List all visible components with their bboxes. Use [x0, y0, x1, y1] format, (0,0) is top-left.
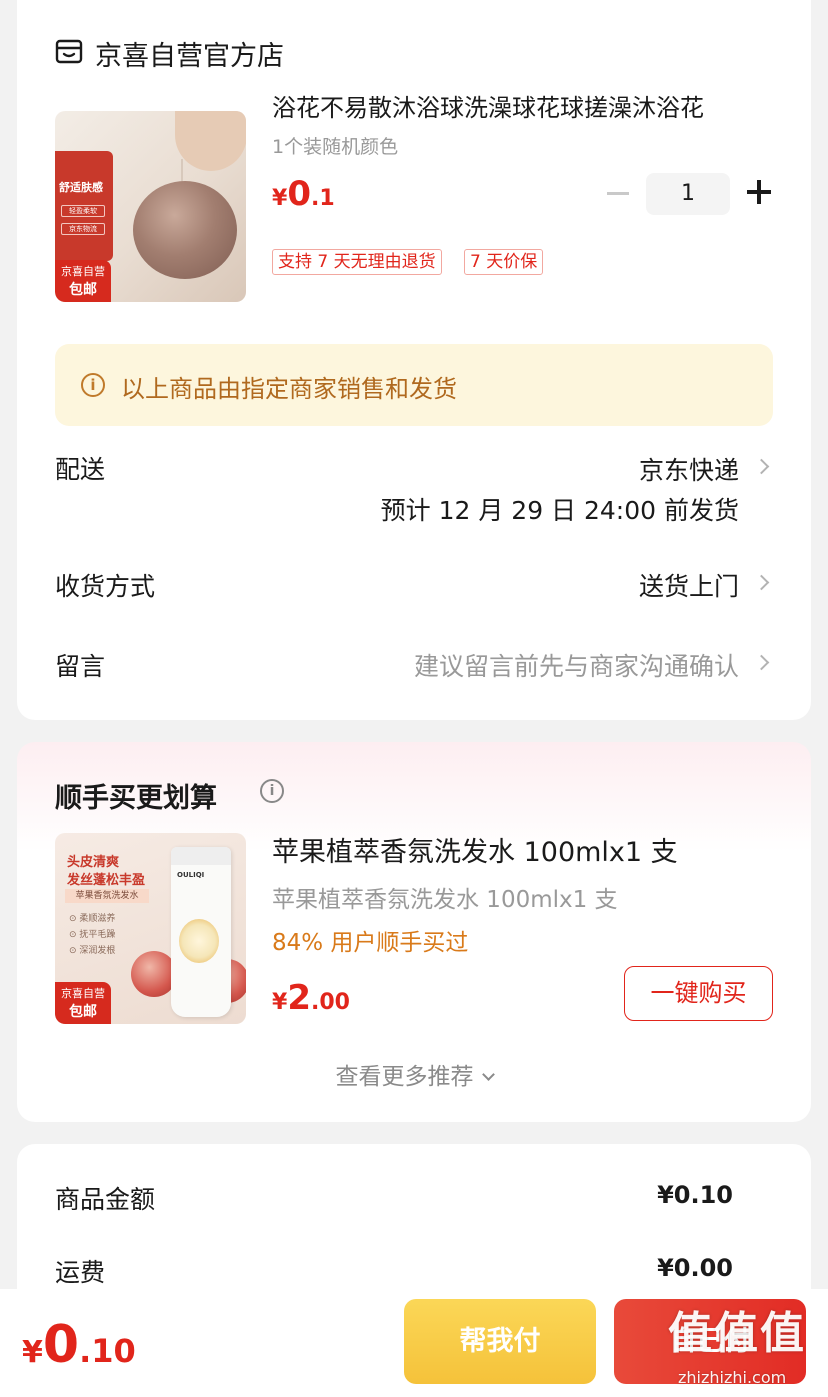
delivery-carrier[interactable]: 京东快递 [639, 451, 739, 487]
tube-cap [171, 847, 231, 865]
info-icon[interactable]: i [260, 779, 284, 803]
product-title[interactable]: 浴花不易散沐浴球洗澡球花球搓澡沐浴花 [272, 88, 772, 123]
delivery-eta: 预计 12 月 29 日 24:00 前发货 [380, 496, 739, 525]
quantity-plus-button[interactable] [747, 180, 771, 204]
free-shipping-badge: 京喜自营 包邮 [55, 982, 111, 1024]
seller-notice: i 以上商品由指定商家销售和发货 [55, 344, 773, 426]
image-headline-2: 发丝蓬松丰盈 [67, 873, 146, 888]
product-spec: 1个装随机颜色 [272, 136, 399, 158]
price-symbol: ¥ [272, 186, 288, 211]
delivery-label: 配送 [55, 455, 106, 484]
freight-label: 运费 [55, 1258, 106, 1287]
recommend-product-stat: 84% 用户顺手买过 [272, 930, 469, 956]
product-image[interactable]: 舒适肤感 轻盈柔软 京东物流 京喜自营 包邮 [55, 111, 246, 302]
watermark-url: zhizhizhi.com [678, 1368, 787, 1387]
promo-tag-1: 轻盈柔软 [61, 205, 105, 217]
watermark-logo: 值值值 [668, 1308, 806, 1359]
store-name[interactable]: 京喜自营官方店 [95, 34, 284, 73]
message-input[interactable]: 建议留言前先与商家沟通确认 [414, 647, 739, 683]
help-pay-button[interactable]: 帮我付 [404, 1299, 596, 1384]
total-price: ¥0.10 [22, 1315, 136, 1375]
price-int: 2 [287, 978, 311, 1018]
image-headline-1: 头皮清爽 [67, 855, 120, 870]
recommend-product-spec: 苹果植萃香氛洗发水 100mlx1 支 [272, 887, 618, 913]
hand-illustration [175, 111, 246, 171]
chevron-right-icon[interactable] [753, 574, 770, 591]
image-product-bar: 苹果香氛洗发水 [65, 889, 149, 903]
freight-value: ¥0.00 [657, 1254, 733, 1282]
chevron-down-icon [481, 1068, 495, 1081]
message-label: 留言 [55, 652, 106, 681]
chevron-right-icon[interactable] [753, 654, 770, 671]
tube-brand: OULIQI [177, 871, 205, 879]
more-recommend-button[interactable]: 查看更多推荐 [17, 1057, 811, 1091]
badge-line1: 京喜自营 [61, 265, 105, 278]
order-card: 京喜自营官方店 舒适肤感 轻盈柔软 京东物流 京喜自营 包邮 浴花不易散沐浴球洗… [17, 0, 811, 720]
service-tag-return: 支持 7 天无理由退货 [272, 249, 442, 275]
sponge-illustration [133, 181, 237, 279]
receive-method-label: 收货方式 [55, 572, 156, 601]
receive-method-value[interactable]: 送货上门 [639, 567, 739, 603]
image-bullet-2: ⊙ 抚平毛躁 [69, 930, 116, 940]
recommend-product-image[interactable]: 头皮清爽 发丝蓬松丰盈 苹果香氛洗发水 ⊙ 柔顺滋养 ⊙ 抚平毛躁 ⊙ 深润发根… [55, 833, 246, 1024]
free-shipping-badge: 京喜自营 包邮 [55, 260, 111, 302]
goods-amount-label: 商品金额 [55, 1185, 156, 1214]
goods-amount-value: ¥0.10 [657, 1181, 733, 1209]
product-price: ¥0.1 [272, 174, 335, 214]
price-dec: .1 [310, 186, 335, 211]
store-icon [55, 39, 83, 64]
promo-tag-2: 京东物流 [61, 223, 105, 235]
recommend-card: 顺手买更划算 i 头皮清爽 发丝蓬松丰盈 苹果香氛洗发水 ⊙ 柔顺滋养 ⊙ 抚平… [17, 742, 811, 1122]
more-recommend-label: 查看更多推荐 [335, 1064, 474, 1090]
quantity-input[interactable]: 1 [646, 173, 730, 215]
product-promo-tag: 舒适肤感 轻盈柔软 京东物流 [55, 151, 113, 261]
total-price-dec: .10 [79, 1332, 136, 1370]
apple-half-illustration [179, 919, 219, 963]
total-price-symbol: ¥ [22, 1335, 43, 1370]
badge-line2: 包邮 [69, 282, 97, 298]
price-dec: .00 [310, 990, 350, 1015]
price-symbol: ¥ [272, 990, 288, 1015]
service-tag-price-protect: 7 天价保 [464, 249, 544, 275]
badge-line1: 京喜自营 [61, 987, 105, 1000]
badge-line2: 包邮 [69, 1004, 97, 1020]
promo-headline: 舒适肤感 [59, 181, 103, 194]
notice-text: 以上商品由指定商家销售和发货 [121, 375, 457, 403]
recommend-product-price: ¥2.00 [272, 978, 350, 1018]
image-bullet-3: ⊙ 深润发根 [69, 946, 116, 956]
quantity-minus-button[interactable] [607, 192, 629, 195]
chevron-right-icon[interactable] [753, 458, 770, 475]
info-icon: i [81, 373, 105, 397]
one-click-buy-button[interactable]: 一键购买 [624, 966, 773, 1021]
recommend-title: 顺手买更划算 [55, 783, 217, 814]
total-price-int: 0 [42, 1315, 80, 1375]
recommend-product-title[interactable]: 苹果植萃香氛洗发水 100mlx1 支 [272, 830, 678, 869]
price-int: 0 [287, 174, 311, 214]
image-bullet-1: ⊙ 柔顺滋养 [69, 914, 116, 924]
